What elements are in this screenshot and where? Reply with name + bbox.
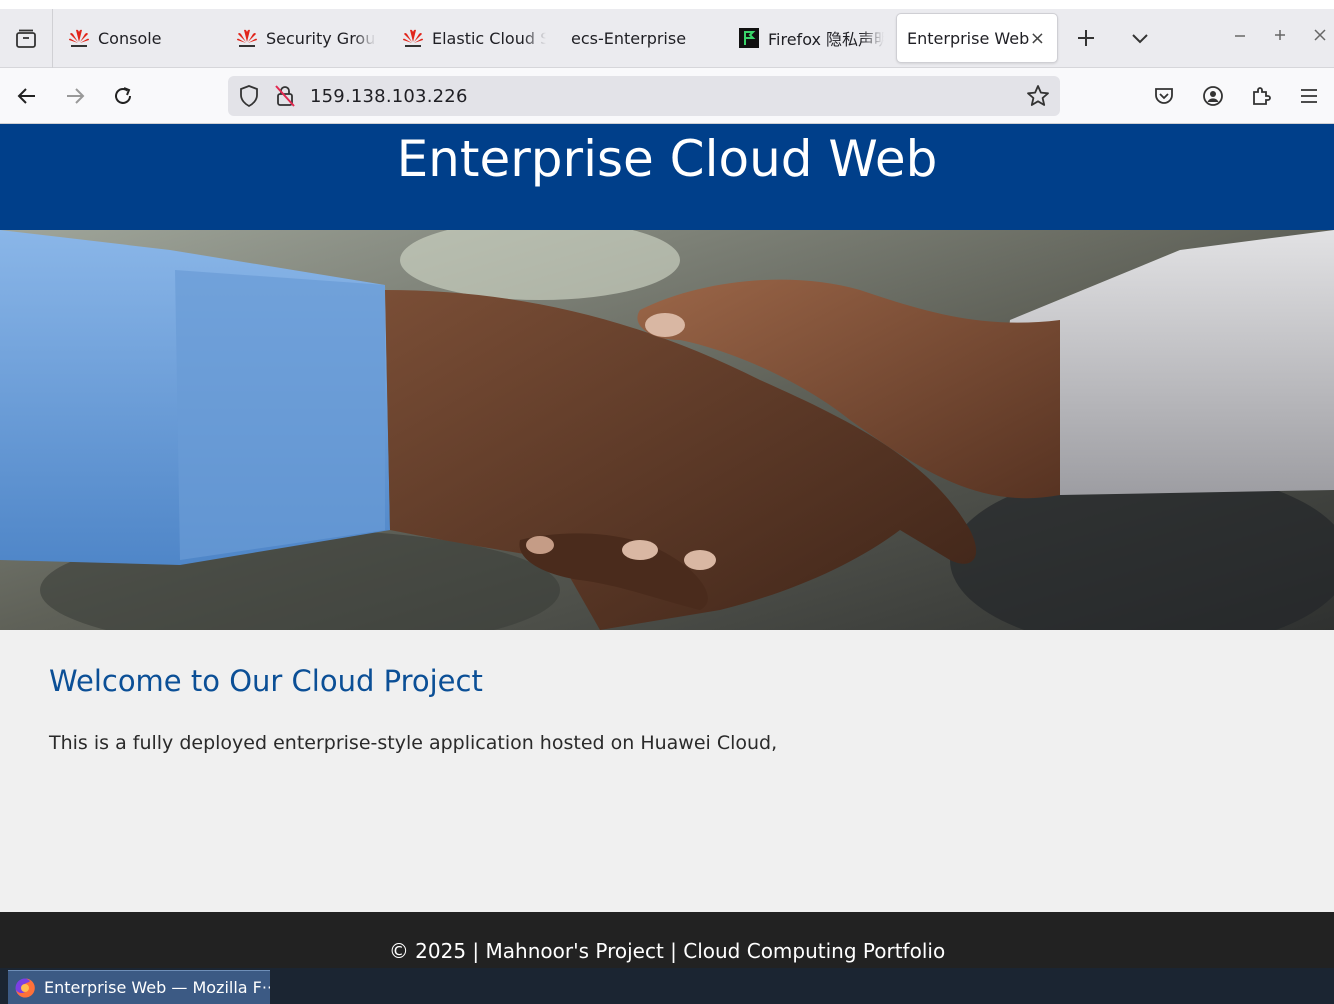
hamburger-menu-icon — [1301, 89, 1317, 103]
extensions-button[interactable] — [1245, 80, 1277, 112]
puzzle-piece-icon — [1253, 87, 1271, 105]
plus-icon — [1078, 30, 1094, 46]
account-button[interactable] — [1197, 80, 1229, 112]
close-window-button[interactable] — [1313, 27, 1327, 47]
huawei-icon — [236, 27, 258, 49]
maximize-icon — [1275, 30, 1285, 40]
huawei-icon — [402, 27, 424, 49]
bookmark-star-icon[interactable] — [1026, 84, 1050, 112]
tab-title: Console — [98, 28, 162, 48]
tab-console[interactable]: Console — [54, 13, 224, 63]
tab-title: Elastic Cloud S — [432, 28, 546, 48]
address-bar[interactable]: 159.138.103.226 — [228, 76, 1060, 116]
tab-elastic-cloud-server[interactable]: Elastic Cloud S — [388, 13, 556, 63]
welcome-heading: Welcome to Our Cloud Project — [49, 664, 483, 698]
url-text[interactable]: 159.138.103.226 — [310, 86, 468, 107]
tab-list-icon — [16, 29, 36, 48]
main-content: Welcome to Our Cloud Project This is a f… — [0, 630, 1334, 912]
tracking-protection-shield-icon[interactable] — [238, 84, 260, 112]
tab-strip: Console Security Group Elastic Cloud S e… — [0, 0, 1334, 68]
tab-title: ecs-Enterprise — [571, 28, 687, 48]
back-arrow-icon — [17, 88, 35, 104]
firefox-privacy-icon — [738, 27, 760, 49]
new-tab-button[interactable] — [1070, 22, 1102, 54]
reload-button[interactable] — [107, 80, 139, 112]
site-header: Enterprise Cloud Web — [0, 124, 1334, 230]
taskbar-window-firefox[interactable]: Enterprise Web — Mozilla F··· — [8, 970, 270, 1004]
insecure-connection-lock-icon[interactable] — [274, 84, 296, 112]
close-icon — [1314, 29, 1326, 41]
forward-button[interactable] — [59, 80, 91, 112]
hero-handshake-image — [0, 230, 1334, 630]
firefox-icon — [14, 977, 36, 999]
tab-firefox-privacy[interactable]: Firefox 隐私声明 — [724, 13, 890, 63]
minimize-window-button[interactable] — [1233, 27, 1247, 47]
taskbar: Enterprise Web — Mozilla F··· — [0, 968, 1334, 1004]
tab-title: Enterprise Web — [907, 28, 1030, 48]
navigation-toolbar: 159.138.103.226 — [0, 68, 1334, 124]
tab-security-group[interactable]: Security Group — [222, 13, 384, 63]
app-menu-button[interactable] — [1293, 80, 1325, 112]
huawei-icon — [68, 27, 90, 49]
welcome-text: This is a fully deployed enterprise-styl… — [49, 732, 778, 754]
pocket-icon — [1155, 88, 1173, 104]
footer-text: © 2025 | Mahnoor's Project | Cloud Compu… — [388, 939, 946, 963]
tab-enterprise-web[interactable]: Enterprise Web × — [896, 13, 1058, 63]
site-footer: © 2025 | Mahnoor's Project | Cloud Compu… — [0, 912, 1334, 968]
pocket-button[interactable] — [1148, 80, 1180, 112]
account-icon — [1203, 86, 1223, 106]
forward-arrow-icon — [67, 88, 85, 104]
close-tab-icon[interactable]: × — [1030, 28, 1045, 49]
taskbar-window-title: Enterprise Web — Mozilla F··· — [44, 978, 270, 997]
tab-title: Firefox 隐私声明 — [768, 30, 884, 49]
chevron-down-icon — [1132, 34, 1148, 44]
list-all-tabs-button[interactable] — [0, 9, 53, 68]
minimize-icon — [1235, 35, 1245, 37]
reload-icon — [115, 87, 131, 104]
site-title: Enterprise Cloud Web — [396, 130, 938, 188]
maximize-window-button[interactable] — [1273, 27, 1287, 47]
tab-overflow-button[interactable] — [1124, 22, 1156, 54]
back-button[interactable] — [11, 80, 43, 112]
tab-ecs-enterprise[interactable]: ecs-Enterprise — [557, 13, 727, 63]
tab-title: Security Group — [266, 28, 376, 48]
